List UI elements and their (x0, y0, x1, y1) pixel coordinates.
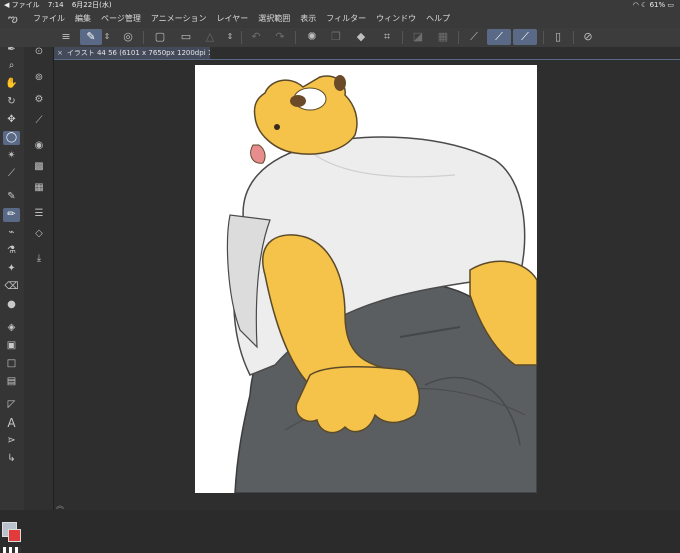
canvas-paper[interactable] (195, 65, 537, 493)
sub-tool-column: ⊙ ⊚ ⚙ ⟋ ◉ ▩ ▦ ☰ ◇ ⤓ (24, 45, 54, 510)
menu-file[interactable]: ファイル (33, 10, 65, 28)
rotate-icon[interactable]: ↻ (3, 95, 20, 109)
color-history-icon[interactable]: ▦ (31, 181, 47, 195)
menu-bar: ఌ ファイル 編集 ページ管理 アニメーション レイヤー 選択範囲 表示 フィル… (0, 10, 680, 28)
document-tab[interactable]: ×イラスト 44 56 (6101 x 7650px 1200dpi 18.3%… (54, 47, 210, 59)
eyedropper-icon[interactable]: ⟋ (3, 167, 20, 181)
transform-icon[interactable]: ▦ (433, 29, 453, 45)
transparency-icon[interactable]: ◪ (408, 29, 428, 45)
pen-icon[interactable]: ✎ (3, 190, 20, 204)
tab-underline (54, 59, 680, 60)
color-set-icon[interactable]: ▩ (31, 160, 47, 174)
menu-edit[interactable]: 編集 (75, 10, 91, 28)
fill-bucket-icon[interactable]: ◆ (351, 29, 371, 45)
text-icon[interactable]: A (3, 416, 20, 430)
color-circle-icon[interactable]: ◉ (31, 139, 47, 153)
brush-size-icon[interactable]: ⟋ (31, 114, 47, 128)
zoom-icon[interactable]: ⌕ (3, 59, 20, 73)
warning-icon[interactable]: △ (200, 29, 220, 45)
hamburger-menu-icon[interactable]: ≡ (56, 29, 76, 45)
status-time: 7:14 (47, 1, 64, 9)
magic-wand-icon[interactable]: ✴ (3, 149, 20, 163)
gradient-icon[interactable]: ▣ (3, 339, 20, 353)
fill-icon[interactable]: ◈ (3, 321, 20, 335)
chevron-updown-icon[interactable]: ⇕ (102, 29, 112, 45)
material-icon[interactable]: ⊚ (31, 71, 47, 85)
tool-palette: ✒ ⌕ ✋ ↻ ✥ ◯ ✴ ⟋ ✎ ✏ ⌁ ⚗ ✦ ⌫ ● ◈ ▣ □ ▤ ◸ … (0, 44, 25, 553)
frame-icon[interactable]: ▤ (3, 375, 20, 389)
chevron-updown-icon-2[interactable]: ⇕ (225, 29, 235, 45)
back-to-files-link[interactable]: ◀ ファイル (4, 1, 40, 9)
blend-icon[interactable]: ● (3, 298, 20, 312)
ruler-icon[interactable]: ◸ (3, 398, 20, 412)
copy-icon[interactable]: ❐ (326, 29, 346, 45)
expand-arrows-icon[interactable]: ︽ (56, 500, 64, 511)
menu-layer[interactable]: レイヤー (217, 10, 249, 28)
brush-icon[interactable]: ⌁ (3, 226, 20, 240)
battery-percent: 61% (649, 1, 666, 9)
pencil-icon[interactable]: ✏ (3, 208, 20, 222)
rectangle-icon[interactable]: □ (3, 357, 20, 371)
hand-icon[interactable]: ✋ (3, 77, 20, 91)
edit-mode-icon[interactable]: ✎ (80, 29, 102, 45)
layers-icon[interactable]: ◇ (31, 227, 47, 241)
device-icon[interactable]: ▯ (548, 29, 568, 45)
menu-page[interactable]: ページ管理 (101, 10, 141, 28)
menu-selection[interactable]: 選択範囲 (258, 10, 290, 28)
app-logo-icon[interactable]: ఌ (8, 10, 18, 28)
preview-icon[interactable]: ◎ (118, 29, 138, 45)
pen-nib-icon[interactable]: ✒ (3, 43, 20, 57)
quick-access-icon[interactable]: ⊘ (578, 29, 598, 45)
transparent-color-swatch[interactable] (3, 547, 21, 553)
close-tab-icon[interactable]: × (57, 49, 63, 57)
color-well[interactable] (2, 522, 22, 544)
undo-icon[interactable]: ↶ (246, 29, 266, 45)
battery-icon: ▭ (667, 1, 674, 9)
balloon-icon[interactable]: ⋗ (3, 434, 20, 448)
menu-view[interactable]: 表示 (300, 10, 316, 28)
redo-icon[interactable]: ↷ (270, 29, 290, 45)
menu-help[interactable]: ヘルプ (426, 10, 450, 28)
correct-line-icon[interactable]: ↳ (3, 452, 20, 466)
moon-icon: ☾ (641, 1, 648, 9)
ruler-snap-icon[interactable]: ⟋ (464, 29, 484, 45)
wifi-icon: ◠ (632, 1, 639, 9)
background-color-swatch[interactable] (8, 529, 21, 542)
ios-status-bar: ◀ ファイル 7:14 6月22日(水) ◠ ☾ 61% ▭ (0, 0, 680, 10)
move-icon[interactable]: ✥ (3, 113, 20, 127)
eraser-icon[interactable]: ⌫ (3, 280, 20, 294)
snap-grid-icon[interactable]: ⟋ (513, 29, 537, 45)
snap-special-icon[interactable]: ⟋ (487, 29, 511, 45)
document-title: イラスト 44 56 (6101 x 7650px 1200dpi 18.3%) (66, 49, 210, 57)
command-bar: ≡ ✎ ⇕ ◎ ▢ ▭ △ ⇕ ↶ ↷ ✺ ❐ ◆ ⌗ ◪ ▦ ⟋ ⟋ ⟋ ▯ … (0, 28, 680, 48)
navigator-icon[interactable]: ⊙ (31, 45, 47, 59)
crop-icon[interactable]: ⌗ (377, 29, 397, 45)
open-folder-icon[interactable]: ▭ (176, 29, 196, 45)
menu-filter[interactable]: フィルター (326, 10, 366, 28)
menu-window[interactable]: ウィンドウ (376, 10, 416, 28)
loading-icon[interactable]: ✺ (302, 29, 322, 45)
illustration (226, 75, 537, 493)
settings-icon[interactable]: ⚙ (31, 93, 47, 107)
sparkle-icon[interactable]: ✦ (3, 262, 20, 276)
airbrush-icon[interactable]: ⚗ (3, 244, 20, 258)
import-icon[interactable]: ⤓ (31, 252, 47, 266)
status-date: 6月22日(水) (71, 1, 112, 9)
layer-property-icon[interactable]: ☰ (31, 207, 47, 221)
lasso-select-icon[interactable]: ◯ (3, 131, 20, 145)
menu-animation[interactable]: アニメーション (151, 10, 207, 28)
new-file-icon[interactable]: ▢ (150, 29, 170, 45)
